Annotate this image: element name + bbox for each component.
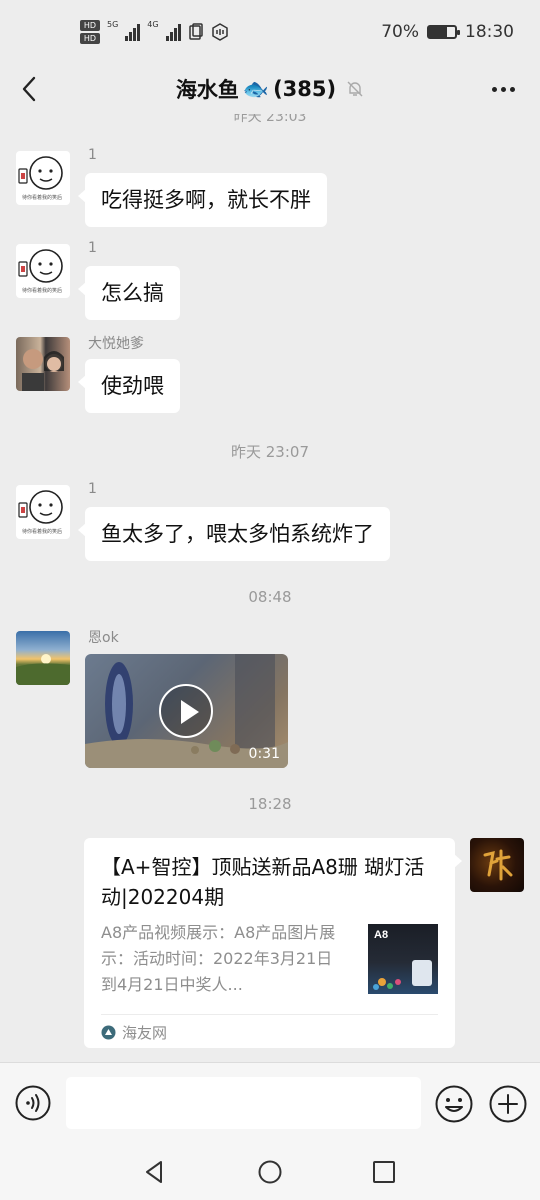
message-input[interactable]: [66, 1077, 421, 1129]
card-description: A8产品视频展示：A8产品图片展示：活动时间：2022年3月21日到4月21日中…: [101, 923, 336, 994]
video-message[interactable]: 0:31: [85, 654, 288, 768]
nav-recents-button[interactable]: [370, 1158, 398, 1186]
chevron-left-icon: [22, 76, 36, 102]
avatar-caption: 待你看着我的笑后: [22, 529, 63, 535]
card-divider: [101, 1014, 438, 1015]
sender-name: 1: [88, 147, 97, 163]
timestamp: 昨天 23:07: [231, 443, 309, 461]
battery-icon: [427, 25, 460, 39]
chat-header: 海水鱼 🐟 (385): [0, 64, 540, 114]
dot-icon: [500, 86, 506, 92]
smiley-icon: [435, 1085, 473, 1123]
plus-icon: [489, 1085, 527, 1123]
avatar-caption: 待你看着我的笑后: [22, 288, 63, 294]
avatar[interactable]: 待你看着我的笑后: [16, 485, 70, 539]
card-thumbnail: A8: [368, 924, 438, 994]
hd-label-1: HD: [80, 20, 100, 31]
chat-area[interactable]: 昨天 23:03 待你看着我的笑后 1 吃得挺多啊，就长不胖 待你看着我的笑后 …: [0, 114, 540, 1062]
source-logo-icon: [101, 1025, 116, 1040]
emoji-button[interactable]: [435, 1085, 473, 1123]
my-avatar[interactable]: [470, 838, 524, 892]
triangle-back-icon: [146, 1161, 162, 1183]
signal-icon: [125, 23, 141, 41]
voice-icon: [15, 1085, 51, 1121]
message-bubble[interactable]: 使劲喂: [78, 359, 180, 413]
avatar[interactable]: 待你看着我的笑后: [16, 244, 70, 298]
status-indicators: HD HD 5G 4G: [80, 20, 229, 44]
timestamp: 昨天 23:03: [233, 114, 307, 125]
video-duration: 0:31: [248, 746, 280, 762]
sender-name: 1: [88, 481, 97, 497]
hd-label-2: HD: [80, 33, 100, 44]
sender-name: 大悦她爹: [88, 336, 144, 352]
signal-label-1: 5G: [107, 20, 119, 29]
dot-icon: [491, 86, 497, 92]
sender-name: 1: [88, 240, 97, 256]
clock: 18:30: [465, 22, 514, 42]
source-name: 海友网: [122, 1024, 168, 1042]
system-nav-bar: [0, 1146, 540, 1200]
avatar[interactable]: [16, 631, 70, 685]
link-card[interactable]: 【A+智控】顶贴送新品A8珊 瑚灯活动|202204期 A8产品视频展示：A8产…: [84, 838, 462, 1048]
message-bubble[interactable]: 吃得挺多啊，就长不胖: [78, 173, 327, 227]
battery-fill: [429, 27, 448, 37]
signal-icon-2: [165, 23, 181, 41]
calligraphy-logo-icon: [483, 849, 513, 881]
group-name: 海水鱼: [175, 78, 239, 102]
member-count: (385): [273, 77, 337, 101]
play-icon[interactable]: [159, 684, 213, 738]
back-button[interactable]: [14, 74, 44, 104]
voice-button[interactable]: [15, 1085, 51, 1121]
sim-icon: [188, 23, 203, 40]
couple-photo-avatar-icon: [22, 349, 64, 391]
battery-percent: 70%: [381, 22, 419, 42]
square-recents-icon: [373, 1161, 395, 1183]
timestamp: 08:48: [248, 588, 292, 606]
chat-title: 海水鱼 🐟 (385): [176, 74, 364, 104]
status-bar: HD HD 5G 4G 70% 18:30: [0, 0, 540, 64]
message-bubble[interactable]: 怎么搞: [78, 266, 180, 320]
fish-emoji: 🐟: [242, 76, 270, 101]
more-options-button[interactable]: [488, 76, 518, 102]
signal-label-2: 4G: [147, 20, 159, 29]
nav-home-button[interactable]: [256, 1158, 284, 1186]
nfc-icon: [211, 23, 228, 41]
mute-bell-icon: [347, 81, 363, 97]
avatar[interactable]: 待你看着我的笑后: [16, 151, 70, 205]
sender-name: 恩ok: [88, 630, 119, 646]
status-right: 70% 18:30: [381, 22, 514, 42]
hd-icon: HD HD: [80, 20, 100, 44]
card-title: 【A+智控】顶贴送新品A8珊 瑚灯活动|202204期: [101, 855, 425, 909]
sunset-landscape-avatar-icon: [16, 654, 70, 685]
circle-home-icon: [258, 1160, 282, 1184]
message-bubble[interactable]: 鱼太多了，喂太多怕系统炸了: [78, 507, 390, 561]
nav-back-button[interactable]: [141, 1158, 169, 1186]
dot-icon: [509, 86, 515, 92]
coral-light-product-icon: [373, 960, 432, 990]
card-source: 海友网: [101, 1022, 167, 1043]
more-functions-button[interactable]: [489, 1085, 527, 1123]
input-bar: [0, 1062, 540, 1146]
avatar-caption: 待你看着我的笑后: [22, 195, 63, 201]
timestamp: 18:28: [248, 795, 292, 813]
avatar[interactable]: [16, 337, 70, 391]
